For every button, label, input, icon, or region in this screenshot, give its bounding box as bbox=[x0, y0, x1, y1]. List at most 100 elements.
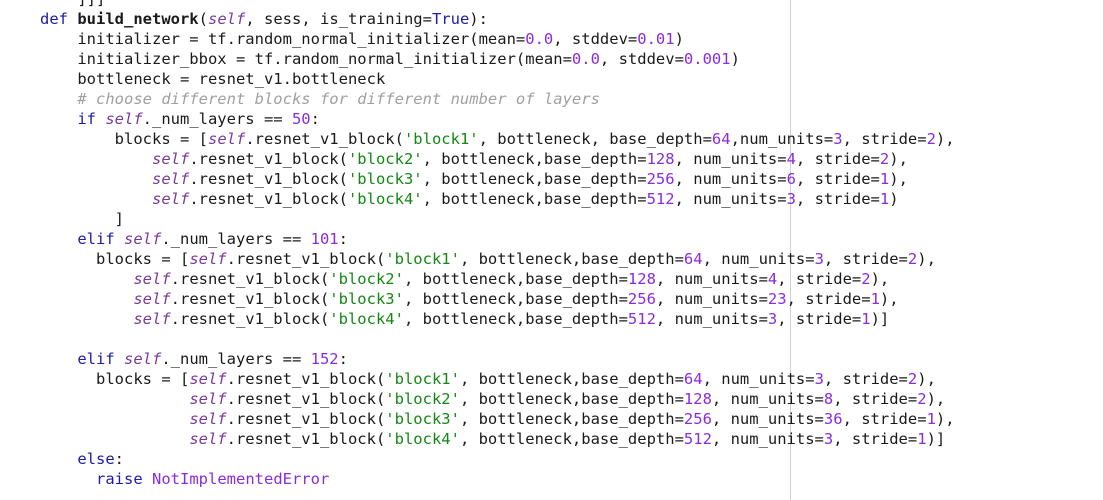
code-line: initializer = tf.random_normal_initializ… bbox=[40, 29, 684, 49]
code-token: ), bbox=[926, 390, 946, 408]
code-token: 6 bbox=[786, 170, 796, 188]
code-token: 'block4' bbox=[385, 430, 460, 448]
code-token: , stride= bbox=[795, 150, 880, 168]
code-token: self bbox=[124, 230, 162, 248]
code-token: 3 bbox=[767, 310, 778, 328]
code-token: , num_units= bbox=[655, 290, 768, 308]
code-token: 'block4' bbox=[329, 310, 404, 328]
code-token: : bbox=[310, 110, 320, 128]
code-token: .resnet_v1_block( bbox=[189, 150, 348, 168]
code-token: , num_units= bbox=[711, 410, 824, 428]
code-token: self bbox=[207, 130, 246, 148]
code-token: blocks = [ bbox=[40, 370, 190, 388]
code-token: , bottleneck,base_depth= bbox=[459, 370, 684, 388]
code-token: .resnet_v1_block( bbox=[226, 390, 386, 408]
code-token: 512 bbox=[683, 430, 712, 448]
code-line: self.resnet_v1_block('block2', bottlenec… bbox=[40, 389, 945, 409]
code-token: 64 bbox=[711, 130, 731, 148]
code-token: 'block3' bbox=[329, 290, 404, 308]
code-token: build_network bbox=[77, 10, 199, 28]
code-token: , stride= bbox=[795, 170, 880, 188]
code-token: raise bbox=[96, 470, 152, 488]
code-token: else bbox=[77, 450, 115, 468]
code-token: True bbox=[431, 10, 470, 28]
code-token: , num_units= bbox=[674, 150, 787, 168]
code-token: 36 bbox=[823, 410, 843, 428]
code-token: : bbox=[338, 350, 348, 368]
code-token: 23 bbox=[767, 290, 787, 308]
code-line: bottleneck = resnet_v1.bottleneck bbox=[40, 69, 385, 89]
code-token: , num_units= bbox=[655, 310, 768, 328]
code-token: ) bbox=[889, 190, 899, 208]
code-token: , bottleneck,base_depth= bbox=[403, 270, 628, 288]
code-token: , bottleneck, base_depth= bbox=[478, 130, 712, 148]
code-token: .resnet_v1_block( bbox=[226, 370, 386, 388]
code-token: self bbox=[151, 190, 190, 208]
code-token: ._num_layers == bbox=[161, 350, 311, 368]
code-token: , num_units= bbox=[674, 190, 787, 208]
code-line: self.resnet_v1_block('block2', bottlenec… bbox=[40, 269, 889, 289]
code-token: ._num_layers == bbox=[142, 110, 292, 128]
code-token: 1 bbox=[926, 410, 936, 428]
code-token: , stride= bbox=[786, 290, 871, 308]
code-line: blocks = [self.resnet_v1_block('block1',… bbox=[40, 129, 955, 149]
code-token: ]]] bbox=[40, 0, 105, 8]
code-token: 128 bbox=[627, 270, 656, 288]
code-token: ( bbox=[198, 10, 208, 28]
code-line: if self._num_layers == 50: bbox=[40, 109, 320, 129]
code-token: : bbox=[338, 230, 348, 248]
code-token: blocks = [ bbox=[40, 130, 208, 148]
code-line: self.resnet_v1_block('block4', bottlenec… bbox=[40, 189, 899, 209]
code-token: 50 bbox=[291, 110, 311, 128]
code-token: 0.01 bbox=[637, 30, 675, 48]
code-token: 2 bbox=[861, 270, 871, 288]
code-token: ,num_units= bbox=[730, 130, 834, 148]
code-token: , bottleneck,base_depth= bbox=[422, 170, 647, 188]
code-token: 8 bbox=[823, 390, 834, 408]
code-token: 'block3' bbox=[347, 170, 423, 188]
code-token: , stride= bbox=[833, 390, 918, 408]
code-token: )] bbox=[870, 310, 890, 328]
code-token: 1 bbox=[917, 430, 927, 448]
code-token: , num_units= bbox=[711, 430, 824, 448]
code-token: , bottleneck,base_depth= bbox=[459, 390, 684, 408]
code-token: 152 bbox=[310, 350, 339, 368]
code-token: , stride= bbox=[795, 190, 880, 208]
code-token: .resnet_v1_block( bbox=[226, 430, 386, 448]
code-token: 1 bbox=[879, 170, 890, 188]
code-token: .resnet_v1_block( bbox=[226, 250, 386, 268]
code-token: self bbox=[189, 250, 227, 268]
code-token: 64 bbox=[683, 370, 703, 388]
code-token: )] bbox=[926, 430, 946, 448]
code-token: 'block2' bbox=[329, 270, 404, 288]
code-token: self bbox=[124, 350, 162, 368]
code-token: bottleneck = resnet_v1.bottleneck bbox=[40, 70, 386, 88]
code-token: ) bbox=[674, 30, 684, 48]
code-token: , sess, is_training= bbox=[245, 10, 432, 28]
code-token: , bottleneck,base_depth= bbox=[422, 150, 647, 168]
code-token: 256 bbox=[646, 170, 675, 188]
code-token: .resnet_v1_block( bbox=[189, 170, 348, 188]
code-token: .resnet_v1_block( bbox=[170, 290, 330, 308]
code-token: .resnet_v1_block( bbox=[170, 270, 330, 288]
code-token: self bbox=[189, 410, 227, 428]
code-token: ), bbox=[935, 130, 955, 148]
code-token: , stddev= bbox=[599, 50, 684, 68]
code-token: 512 bbox=[627, 310, 656, 328]
code-token: , stride= bbox=[823, 370, 908, 388]
code-token: self bbox=[151, 170, 190, 188]
code-token: : bbox=[114, 450, 124, 468]
code-token: 0.0 bbox=[525, 30, 554, 48]
code-line: ] bbox=[40, 209, 124, 229]
code-token: .resnet_v1_block( bbox=[245, 130, 404, 148]
code-line: elif self._num_layers == 101: bbox=[40, 229, 348, 249]
code-editor[interactable]: ]]]def build_network(self, sess, is_trai… bbox=[0, 0, 1103, 500]
code-line: self.resnet_v1_block('block3', bottlenec… bbox=[40, 409, 954, 429]
code-token: elif bbox=[77, 350, 124, 368]
